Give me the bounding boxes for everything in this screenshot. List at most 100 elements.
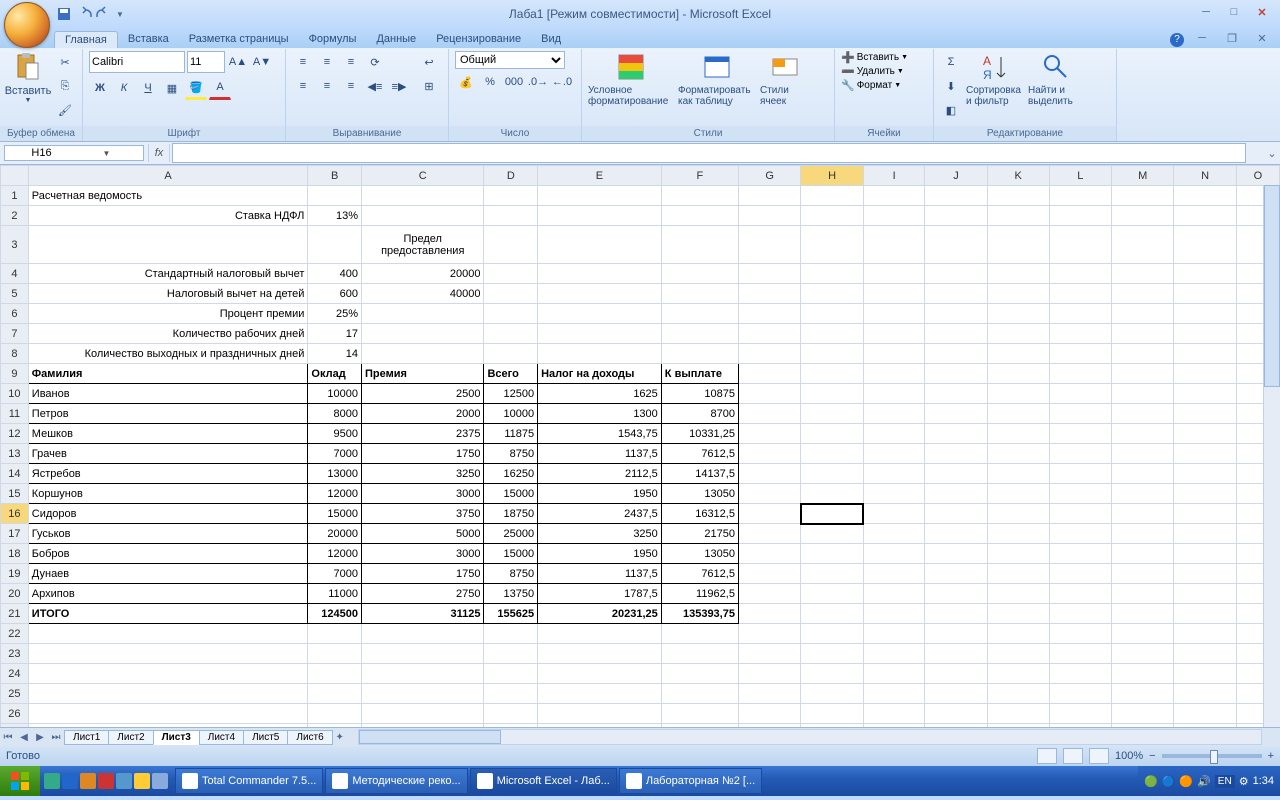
cell-A12[interactable]: Мешков xyxy=(28,424,308,444)
cell-B26[interactable] xyxy=(308,704,362,724)
cell-K13[interactable] xyxy=(987,444,1049,464)
cell-F1[interactable] xyxy=(661,186,738,206)
cell-J16[interactable] xyxy=(925,504,987,524)
orientation-icon[interactable]: ⟳ xyxy=(364,51,386,73)
increase-indent-icon[interactable]: ≡▶ xyxy=(388,75,410,97)
cell-H19[interactable] xyxy=(801,564,863,584)
cell-I9[interactable] xyxy=(863,364,925,384)
cell-N1[interactable] xyxy=(1174,186,1236,206)
cell-J7[interactable] xyxy=(925,324,987,344)
align-middle-icon[interactable]: ≡ xyxy=(316,51,338,73)
quick-launch-icon[interactable] xyxy=(80,773,96,789)
cell-D4[interactable] xyxy=(484,264,538,284)
row-header-11[interactable]: 11 xyxy=(1,404,29,424)
cell-I12[interactable] xyxy=(863,424,925,444)
cell-D5[interactable] xyxy=(484,284,538,304)
decrease-indent-icon[interactable]: ◀≡ xyxy=(364,75,386,97)
cell-E21[interactable]: 20231,25 xyxy=(538,604,662,624)
cell-A19[interactable]: Дунаев xyxy=(28,564,308,584)
increase-font-icon[interactable]: A▲ xyxy=(227,51,249,73)
cell-B17[interactable]: 20000 xyxy=(308,524,362,544)
normal-view-icon[interactable] xyxy=(1037,748,1057,764)
cell-N8[interactable] xyxy=(1174,344,1236,364)
cell-B2[interactable]: 13% xyxy=(308,206,362,226)
cell-D7[interactable] xyxy=(484,324,538,344)
new-sheet-icon[interactable]: ✦ xyxy=(332,732,348,743)
col-header-I[interactable]: I xyxy=(863,166,925,186)
row-header-15[interactable]: 15 xyxy=(1,484,29,504)
cell-A11[interactable]: Петров xyxy=(28,404,308,424)
cell-G25[interactable] xyxy=(738,684,800,704)
cell-K20[interactable] xyxy=(987,584,1049,604)
cell-I11[interactable] xyxy=(863,404,925,424)
cell-A3[interactable] xyxy=(28,226,308,264)
tab-вставка[interactable]: Вставка xyxy=(118,31,179,48)
merge-icon[interactable]: ⊞ xyxy=(414,75,444,97)
cell-E18[interactable]: 1950 xyxy=(538,544,662,564)
cell-F26[interactable] xyxy=(661,704,738,724)
zoom-in-button[interactable]: + xyxy=(1268,750,1274,762)
col-header-D[interactable]: D xyxy=(484,166,538,186)
save-icon[interactable] xyxy=(56,6,72,22)
cell-F5[interactable] xyxy=(661,284,738,304)
cell-D27[interactable] xyxy=(484,724,538,728)
cell-G18[interactable] xyxy=(738,544,800,564)
cell-N3[interactable] xyxy=(1174,226,1236,264)
cell-L24[interactable] xyxy=(1049,664,1111,684)
taskbar-item[interactable]: Microsoft Excel - Лаб... xyxy=(470,768,617,794)
cell-B24[interactable] xyxy=(308,664,362,684)
cell-L12[interactable] xyxy=(1049,424,1111,444)
quick-launch-icon[interactable] xyxy=(134,773,150,789)
cell-A26[interactable] xyxy=(28,704,308,724)
col-header-A[interactable]: A xyxy=(28,166,308,186)
quick-launch-icon[interactable] xyxy=(62,773,78,789)
cell-E24[interactable] xyxy=(538,664,662,684)
cell-J10[interactable] xyxy=(925,384,987,404)
cell-G1[interactable] xyxy=(738,186,800,206)
cell-L5[interactable] xyxy=(1049,284,1111,304)
cell-I19[interactable] xyxy=(863,564,925,584)
cell-C25[interactable] xyxy=(362,684,484,704)
cell-E4[interactable] xyxy=(538,264,662,284)
cell-G12[interactable] xyxy=(738,424,800,444)
cell-H15[interactable] xyxy=(801,484,863,504)
cell-K10[interactable] xyxy=(987,384,1049,404)
cell-N22[interactable] xyxy=(1174,624,1236,644)
cell-I22[interactable] xyxy=(863,624,925,644)
cell-D10[interactable]: 12500 xyxy=(484,384,538,404)
cell-E15[interactable]: 1950 xyxy=(538,484,662,504)
cell-B12[interactable]: 9500 xyxy=(308,424,362,444)
cell-A8[interactable]: Количество выходных и праздничных дней xyxy=(28,344,308,364)
cell-H4[interactable] xyxy=(801,264,863,284)
cell-A6[interactable]: Процент премии xyxy=(28,304,308,324)
cell-J1[interactable] xyxy=(925,186,987,206)
language-indicator[interactable]: EN xyxy=(1215,775,1235,788)
cell-K25[interactable] xyxy=(987,684,1049,704)
cell-D13[interactable]: 8750 xyxy=(484,444,538,464)
cell-A13[interactable]: Грачев xyxy=(28,444,308,464)
cell-N25[interactable] xyxy=(1174,684,1236,704)
cell-E2[interactable] xyxy=(538,206,662,226)
cell-J12[interactable] xyxy=(925,424,987,444)
cell-H27[interactable] xyxy=(801,724,863,728)
cell-L4[interactable] xyxy=(1049,264,1111,284)
cell-A23[interactable] xyxy=(28,644,308,664)
col-header-B[interactable]: B xyxy=(308,166,362,186)
cell-N18[interactable] xyxy=(1174,544,1236,564)
cell-G13[interactable] xyxy=(738,444,800,464)
cell-L9[interactable] xyxy=(1049,364,1111,384)
cell-B23[interactable] xyxy=(308,644,362,664)
cell-M26[interactable] xyxy=(1111,704,1174,724)
sheet-nav-prev-icon[interactable]: ◀ xyxy=(16,732,32,743)
cell-A20[interactable]: Архипов xyxy=(28,584,308,604)
cell-B3[interactable] xyxy=(308,226,362,264)
col-header-E[interactable]: E xyxy=(538,166,662,186)
row-header-16[interactable]: 16 xyxy=(1,504,29,524)
cell-E11[interactable]: 1300 xyxy=(538,404,662,424)
taskbar-item[interactable]: Методические реко... xyxy=(325,768,467,794)
cell-N12[interactable] xyxy=(1174,424,1236,444)
cell-F24[interactable] xyxy=(661,664,738,684)
cell-B27[interactable] xyxy=(308,724,362,728)
bold-button[interactable]: Ж xyxy=(89,77,111,99)
col-header-L[interactable]: L xyxy=(1049,166,1111,186)
